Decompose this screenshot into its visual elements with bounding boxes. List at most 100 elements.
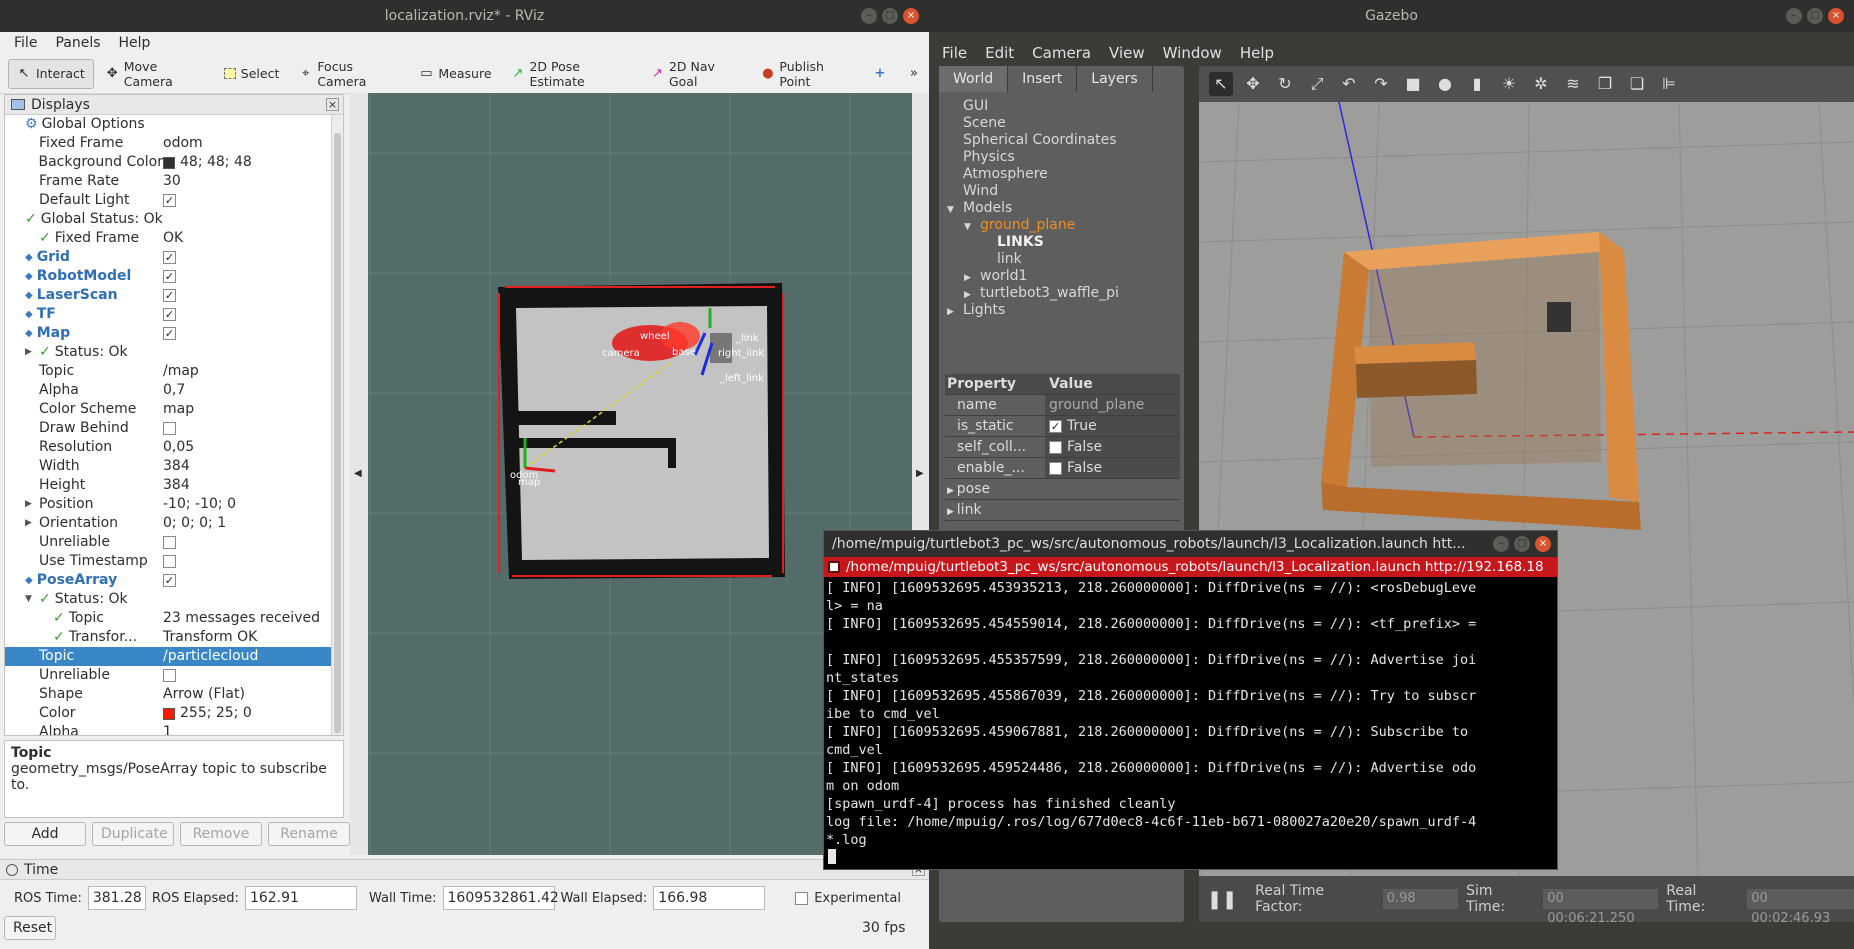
display-checkbox[interactable]: ✓ — [163, 327, 176, 340]
chevron-right-icon[interactable]: ▶ — [25, 343, 35, 362]
terminal-tab[interactable]: /home/mpuig/turtlebot3_pc_ws/src/autonom… — [824, 557, 1557, 577]
display-checkbox[interactable] — [163, 536, 176, 549]
display-row[interactable]: ◆ LaserScan ✓ — [5, 286, 332, 305]
display-checkbox[interactable] — [163, 422, 176, 435]
display-row[interactable]: Color Scheme map — [5, 400, 332, 419]
display-row[interactable]: Alpha 1 — [5, 723, 332, 735]
panel-close-icon[interactable]: × — [326, 98, 339, 111]
point-light-icon[interactable]: ✲ — [1529, 72, 1553, 96]
world-tree-item[interactable]: ▶ world1 — [939, 268, 1184, 285]
pose-estimate-tool[interactable]: ↗ 2D Pose Estimate — [504, 59, 640, 89]
world-tree-item[interactable]: ▶ Lights — [939, 302, 1184, 319]
tab-layers[interactable]: Layers — [1077, 66, 1153, 92]
menu-edit[interactable]: Edit — [985, 44, 1014, 62]
display-row-value-text[interactable]: Arrow (Flat) — [163, 685, 245, 704]
world-tree-item[interactable]: Scene — [939, 115, 1184, 132]
world-tree-item[interactable]: ▶ turtlebot3_waffle_pi — [939, 285, 1184, 302]
display-row[interactable]: Unreliable — [5, 533, 332, 552]
chevron-right-icon[interactable]: ▶ — [947, 486, 957, 496]
close-icon[interactable]: × — [1828, 8, 1844, 24]
ros-time-field[interactable]: 381.28 — [87, 886, 146, 910]
world-tree-item[interactable]: GUI — [939, 98, 1184, 115]
reset-button[interactable]: Reset — [4, 916, 56, 940]
property-row[interactable]: ▶ link — [945, 500, 1180, 521]
duplicate-button[interactable]: Duplicate — [92, 822, 174, 846]
chevron-right-icon[interactable]: ▶ — [25, 495, 35, 514]
display-row[interactable]: Color 255; 25; 0 — [5, 704, 332, 723]
tab-insert[interactable]: Insert — [1008, 66, 1078, 92]
display-row-value-text[interactable]: OK — [163, 229, 183, 248]
display-row-value-text[interactable]: 0,7 — [163, 381, 185, 400]
display-row-value-text[interactable]: /map — [163, 362, 199, 381]
world-tree-item[interactable]: ▼ Models — [939, 200, 1184, 217]
display-row[interactable]: ✓ Transfor... Transform OK — [5, 628, 332, 647]
align-icon[interactable]: ⊫ — [1657, 72, 1681, 96]
chevron-right-icon[interactable]: ▶ — [947, 507, 957, 517]
display-row[interactable]: ▶ Orientation 0; 0; 0; 1 — [5, 514, 332, 533]
paste-icon[interactable]: ❏ — [1625, 72, 1649, 96]
chevron-down-icon[interactable]: ▼ — [947, 202, 963, 219]
maximize-icon[interactable]: □ — [882, 8, 898, 24]
display-row[interactable]: Height 384 — [5, 476, 332, 495]
display-row-value-text[interactable]: /particlecloud — [163, 647, 258, 666]
display-checkbox[interactable]: ✓ — [163, 574, 176, 587]
display-row[interactable]: Use Timestamp — [5, 552, 332, 571]
display-row[interactable]: Unreliable — [5, 666, 332, 685]
sun-light-icon[interactable]: ☀ — [1497, 72, 1521, 96]
property-value[interactable]: False — [1067, 437, 1102, 458]
display-row[interactable]: ▶ Position -10; -10; 0 — [5, 495, 332, 514]
display-row[interactable]: Shape Arrow (Flat) — [5, 685, 332, 704]
copy-icon[interactable]: ❐ — [1593, 72, 1617, 96]
display-row[interactable]: Topic/particlecloud — [5, 647, 332, 666]
menu-file[interactable]: File — [14, 35, 37, 51]
display-row[interactable]: ◆ TF ✓ — [5, 305, 332, 324]
toolbar-overflow-button[interactable]: » — [899, 59, 929, 89]
property-row[interactable]: self_coll... False — [945, 437, 1180, 458]
scrollbar-thumb[interactable] — [334, 133, 341, 733]
display-row[interactable]: ✓ Global Status: Ok — [5, 210, 332, 229]
display-row[interactable]: Alpha 0,7 — [5, 381, 332, 400]
world-tree-item[interactable]: ▼ ground_plane — [939, 217, 1184, 234]
world-tree-item[interactable]: link — [939, 251, 1184, 268]
display-row[interactable]: Background Color 48; 48; 48 — [5, 153, 332, 172]
display-row-value-text[interactable]: 384 — [163, 476, 190, 495]
menu-file[interactable]: File — [942, 44, 967, 62]
display-row[interactable]: Frame Rate 30 — [5, 172, 332, 191]
nav-goal-tool[interactable]: ↗ 2D Nav Goal — [643, 59, 749, 89]
scale-icon[interactable]: ⤢ — [1305, 72, 1329, 96]
color-swatch[interactable] — [163, 156, 175, 169]
wall-elapsed-field[interactable]: 166.98 — [653, 886, 766, 910]
interact-tool[interactable]: ↖ Interact — [8, 58, 94, 89]
terminal-window[interactable]: /home/mpuig/turtlebot3_pc_ws/src/autonom… — [823, 530, 1558, 870]
display-row[interactable]: ◆ Grid ✓ — [5, 248, 332, 267]
add-tool-button[interactable]: + — [865, 59, 895, 89]
display-row-value-text[interactable]: odom — [163, 134, 203, 153]
display-row-value-text[interactable]: 384 — [163, 457, 190, 476]
minimize-icon[interactable]: – — [861, 8, 877, 24]
sphere-icon[interactable]: ● — [1433, 72, 1457, 96]
maximize-icon[interactable]: □ — [1807, 8, 1823, 24]
displays-scrollbar[interactable] — [331, 115, 343, 735]
move-camera-tool[interactable]: ✥ Move Camera — [98, 59, 212, 89]
display-row[interactable]: Draw Behind — [5, 419, 332, 438]
display-row[interactable]: ▶ ✓ Status: Ok — [5, 343, 332, 362]
spot-light-icon[interactable]: ≋ — [1561, 72, 1585, 96]
minimize-icon[interactable]: – — [1786, 8, 1802, 24]
display-row[interactable]: Default Light ✓ — [5, 191, 332, 210]
select-mode-icon[interactable]: ↖ — [1209, 72, 1233, 96]
display-row-value-text[interactable]: 1 — [163, 723, 172, 735]
display-row-value-text[interactable]: 23 messages received — [163, 609, 320, 628]
chevron-right-icon[interactable]: ▶ — [947, 304, 963, 321]
wall-time-field[interactable]: 1609532861.42 — [442, 886, 559, 910]
display-row[interactable]: ✓ Fixed Frame OK — [5, 229, 332, 248]
display-row-value-text[interactable]: 48; 48; 48 — [180, 153, 252, 172]
world-tree-item[interactable]: LINKS — [939, 234, 1184, 251]
display-checkbox[interactable]: ✓ — [163, 308, 176, 321]
property-row[interactable]: ▶ pose — [945, 479, 1180, 500]
property-checkbox[interactable] — [1049, 461, 1062, 475]
menu-window[interactable]: Window — [1163, 44, 1222, 62]
experimental-checkbox[interactable] — [795, 891, 809, 905]
close-icon[interactable]: × — [1535, 536, 1551, 552]
display-row[interactable]: Topic/map — [5, 362, 332, 381]
display-row-value-text[interactable]: map — [163, 400, 194, 419]
